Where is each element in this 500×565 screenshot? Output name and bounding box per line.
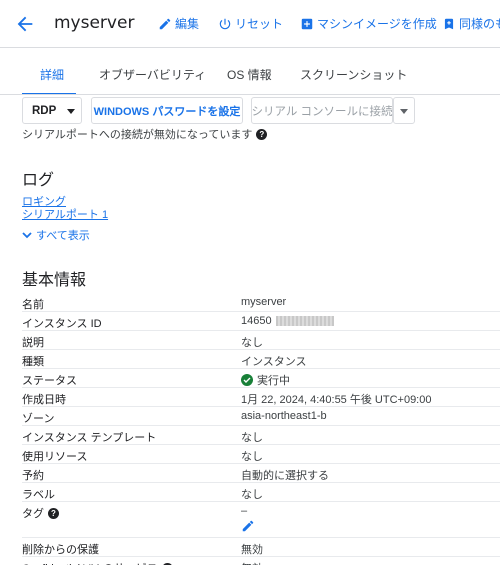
row-value: 1月 22, 2024, 4:40:55 午後 UTC+09:00: [241, 394, 432, 406]
confidential-vm-key-label: Confidential VM のサービス: [22, 560, 158, 565]
rdp-dropdown-caret[interactable]: [61, 98, 81, 123]
connect-serial-console-label: シリアル コンソールに接続: [251, 105, 393, 118]
status-value: 実行中: [257, 375, 290, 387]
rdp-button[interactable]: RDP: [22, 97, 82, 124]
row-key: ラベル: [22, 489, 55, 501]
row-value: asia-northeast1-b: [241, 410, 327, 422]
table-row: インスタンス ID 14650: [22, 312, 500, 331]
reset-button[interactable]: リセット: [218, 15, 283, 32]
serial-console-dropdown[interactable]: [393, 97, 415, 124]
row-key: 予約: [22, 470, 44, 482]
table-row: Confidential VM のサービス ? 無効: [22, 557, 500, 565]
row-key: 種類: [22, 356, 44, 368]
back-arrow-icon[interactable]: [14, 13, 36, 35]
tab-screenshot[interactable]: スクリーンショット: [300, 66, 407, 83]
row-value: なし: [241, 337, 263, 349]
row-key: タグ ?: [22, 505, 59, 521]
pencil-icon: [159, 18, 171, 29]
serial-port-1-link[interactable]: シリアルポート 1: [22, 206, 108, 222]
row-value: なし: [241, 451, 263, 463]
row-value: 無効: [241, 560, 263, 565]
create-similar-label: 同様のもの: [459, 17, 500, 31]
row-value: –: [241, 505, 248, 517]
row-value: インスタンス: [241, 356, 307, 368]
serial-port-note-text: シリアルポートへの接続が無効になっています: [22, 129, 253, 141]
add-box-icon: [301, 18, 313, 29]
reset-label: リセット: [235, 17, 284, 31]
row-key: Confidential VM のサービス ?: [22, 560, 173, 565]
redacted-block: [275, 316, 334, 326]
set-windows-password-button[interactable]: WINDOWS パスワードを設定: [91, 97, 243, 124]
power-icon: [219, 18, 231, 29]
row-value: 無効: [241, 544, 263, 556]
table-row: インスタンス テンプレート なし: [22, 426, 500, 445]
edit-tags-pencil-icon[interactable]: [241, 519, 255, 533]
help-icon[interactable]: ?: [256, 128, 268, 140]
chevron-down-icon: [22, 232, 32, 239]
caret-down-icon: [400, 108, 408, 114]
row-key: 作成日時: [22, 394, 66, 406]
caret-down-icon: [67, 108, 75, 114]
table-row: 削除からの保護 無効: [22, 538, 500, 557]
row-key: 削除からの保護: [22, 544, 99, 556]
row-key: インスタンス テンプレート: [22, 432, 157, 444]
logs-heading: ログ: [22, 172, 55, 189]
tab-details[interactable]: 詳細: [40, 66, 64, 83]
edit-button[interactable]: 編集: [158, 15, 199, 32]
tab-os-info[interactable]: OS 情報: [227, 66, 272, 83]
row-value: 実行中: [241, 372, 290, 388]
row-value: 14650: [241, 315, 334, 327]
bookmark-add-icon: [444, 18, 454, 29]
table-row: タグ ? –: [22, 502, 500, 538]
tab-bar: 詳細 オブザーバビリティ OS 情報 スクリーンショット: [22, 66, 500, 95]
row-key: ステータス: [22, 375, 77, 387]
row-value: なし: [241, 489, 263, 501]
tab-observability[interactable]: オブザーバビリティ: [99, 66, 206, 83]
help-icon[interactable]: ?: [48, 507, 59, 519]
row-key: ゾーン: [22, 413, 55, 425]
connect-serial-console-button[interactable]: シリアル コンソールに接続: [251, 97, 393, 124]
show-all-label: すべて表示: [36, 230, 90, 242]
table-row: ラベル なし: [22, 483, 500, 502]
rdp-label: RDP: [32, 104, 57, 117]
row-key: 名前: [22, 299, 44, 311]
set-windows-password-label: WINDOWS パスワードを設定: [93, 105, 241, 118]
serial-port-note: シリアルポートへの接続が無効になっています ?: [22, 126, 268, 142]
top-bar: myserver 編集 リセット マシンイメージを作成 同様のもの: [0, 0, 500, 48]
tabs-divider: [0, 94, 500, 95]
row-key: インスタンス ID: [22, 318, 102, 330]
show-all-button[interactable]: すべて表示: [22, 227, 90, 243]
row-key: 使用リソース: [22, 451, 88, 463]
check-circle-icon: [241, 374, 253, 386]
row-value: なし: [241, 432, 263, 444]
row-value: 自動的に選択する: [241, 470, 329, 482]
table-row: 予約 自動的に選択する: [22, 464, 500, 483]
edit-label: 編集: [175, 17, 200, 31]
row-key: 説明: [22, 337, 44, 349]
table-row: 作成日時 1月 22, 2024, 4:40:55 午後 UTC+09:00: [22, 388, 500, 407]
basic-info-heading: 基本情報: [22, 272, 87, 289]
create-machine-image-button[interactable]: マシンイメージを作成: [300, 15, 437, 32]
table-row: ステータス 実行中: [22, 369, 500, 388]
row-value: myserver: [241, 296, 287, 308]
create-similar-button[interactable]: 同様のもの: [442, 15, 500, 32]
table-row: 使用リソース なし: [22, 445, 500, 464]
table-row: 名前 myserver: [22, 293, 500, 312]
table-row: 種類 インスタンス: [22, 350, 500, 369]
instance-id-value: 14650: [241, 315, 272, 327]
table-row: 説明 なし: [22, 331, 500, 350]
table-row: ゾーン asia-northeast1-b: [22, 407, 500, 426]
create-machine-image-label: マシンイメージを作成: [317, 17, 437, 31]
tags-key-label: タグ: [22, 508, 44, 520]
page-title: myserver: [54, 13, 135, 33]
